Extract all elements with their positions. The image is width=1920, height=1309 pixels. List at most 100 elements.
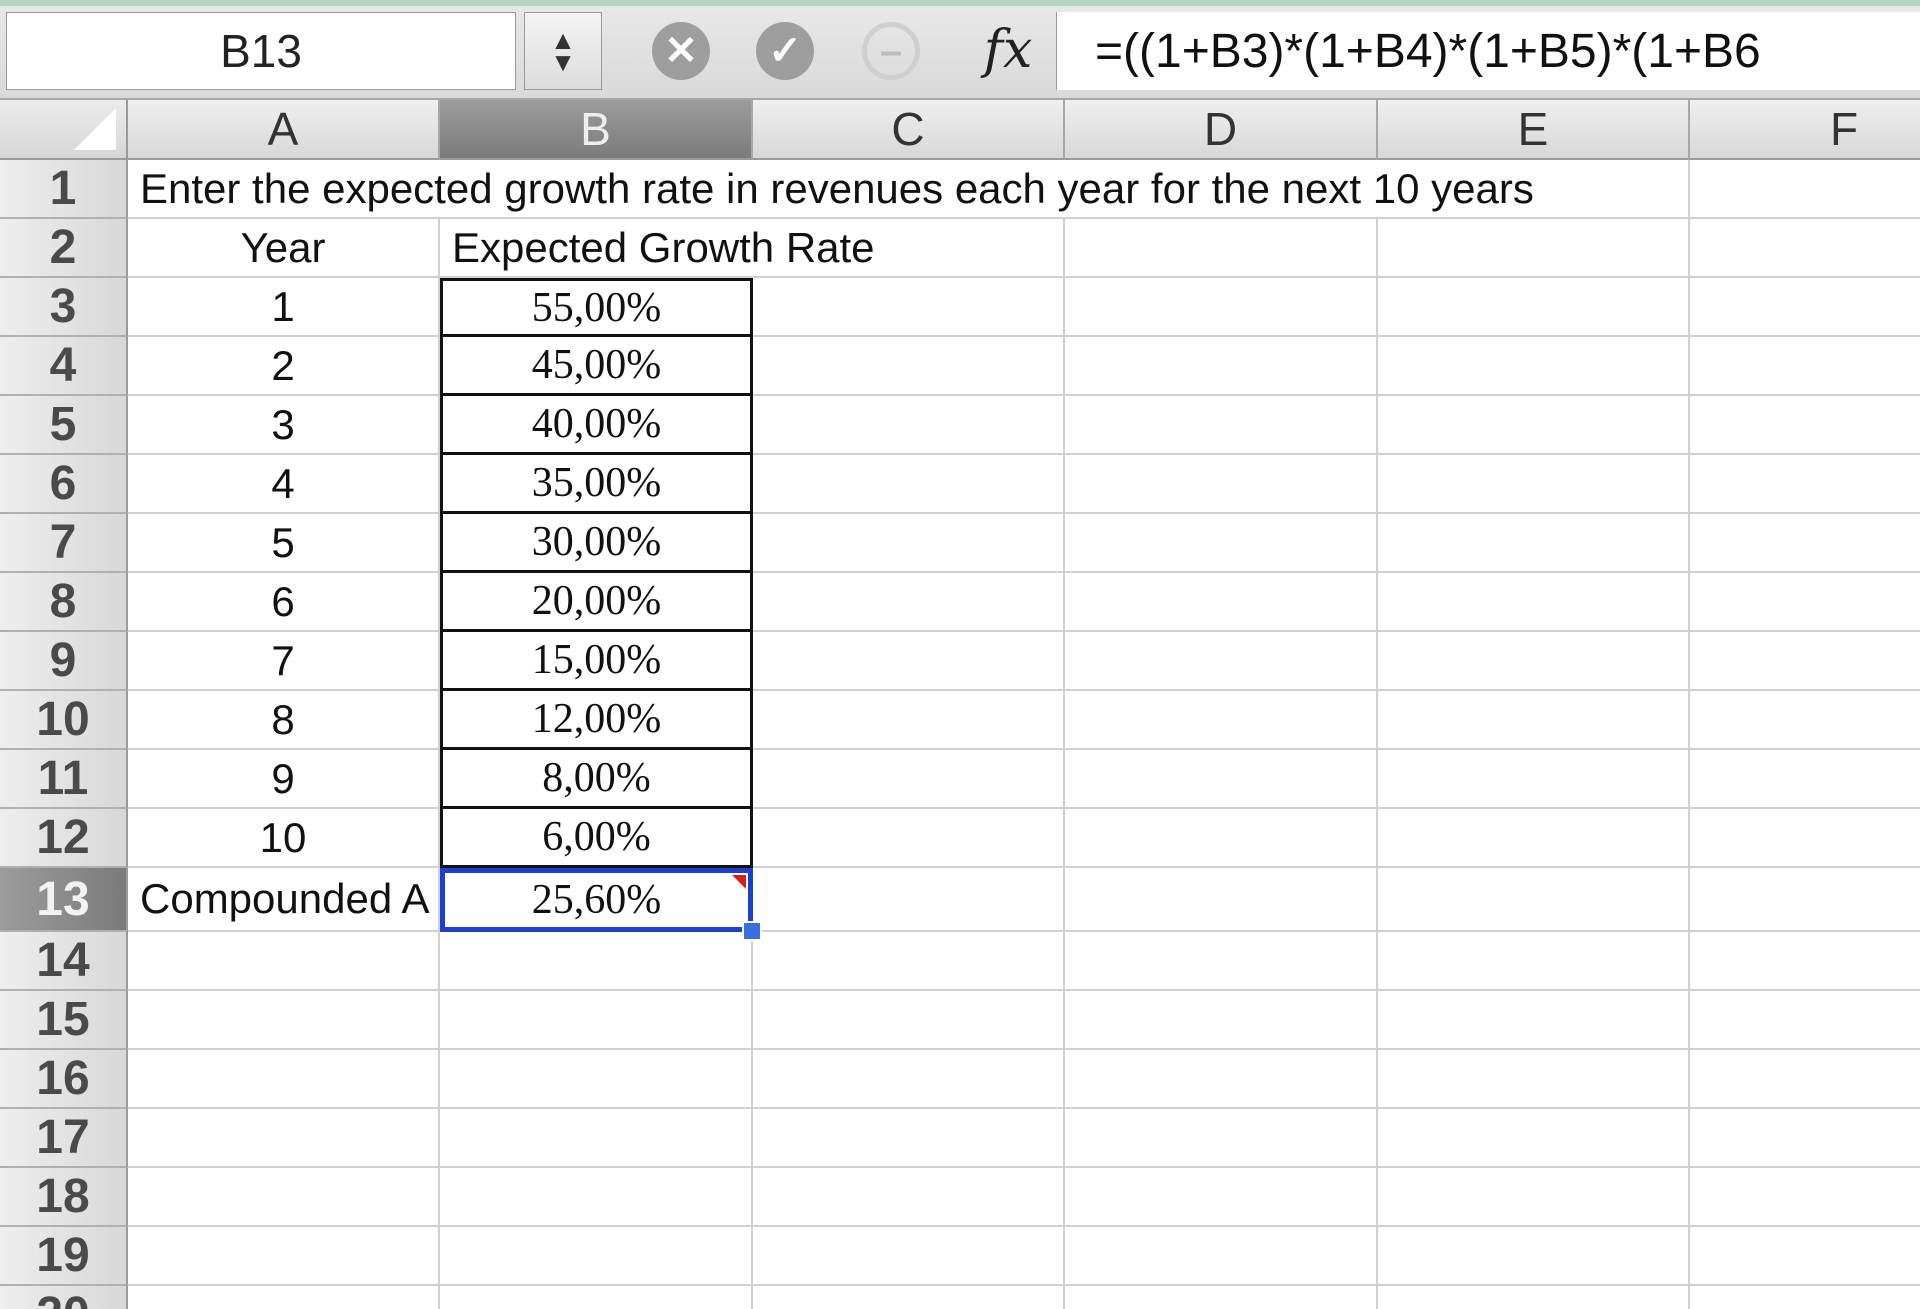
cell-a13[interactable]: Compounded A (128, 868, 440, 932)
cell-e14[interactable] (1378, 932, 1690, 991)
cell-a1[interactable]: Enter the expected growth rate in revenu… (128, 160, 1534, 219)
cell-d6[interactable] (1065, 455, 1378, 514)
cell-d11[interactable] (1065, 750, 1378, 809)
cell-a18[interactable] (128, 1168, 440, 1227)
cell-c6[interactable] (753, 455, 1065, 514)
row-header-3[interactable]: 3 (0, 278, 128, 337)
cell-f6[interactable] (1690, 455, 1920, 514)
cell-b3[interactable]: 55,00% (440, 278, 753, 337)
cell-f2[interactable] (1690, 219, 1920, 278)
cell-d5[interactable] (1065, 396, 1378, 455)
cell-b20[interactable] (440, 1286, 753, 1309)
cell-a10[interactable]: 8 (128, 691, 440, 750)
cell-a9[interactable]: 7 (128, 632, 440, 691)
row-header-17[interactable]: 17 (0, 1109, 128, 1168)
column-header-c[interactable]: C (753, 100, 1065, 160)
cell-b12[interactable]: 6,00% (440, 809, 753, 868)
cell-b13[interactable]: 25,60% (440, 868, 753, 932)
cell-c4[interactable] (753, 337, 1065, 396)
row-header-7[interactable]: 7 (0, 514, 128, 573)
cell-c7[interactable] (753, 514, 1065, 573)
cell-e20[interactable] (1378, 1286, 1690, 1309)
cell-e8[interactable] (1378, 573, 1690, 632)
cell-f4[interactable] (1690, 337, 1920, 396)
row-header-18[interactable]: 18 (0, 1168, 128, 1227)
cell-e7[interactable] (1378, 514, 1690, 573)
cell-d9[interactable] (1065, 632, 1378, 691)
row-header-4[interactable]: 4 (0, 337, 128, 396)
cell-d19[interactable] (1065, 1227, 1378, 1286)
cell-a19[interactable] (128, 1227, 440, 1286)
cell-c11[interactable] (753, 750, 1065, 809)
row-header-19[interactable]: 19 (0, 1227, 128, 1286)
row-header-20[interactable]: 20 (0, 1286, 128, 1309)
row-header-15[interactable]: 15 (0, 991, 128, 1050)
cell-e17[interactable] (1378, 1109, 1690, 1168)
cell-c9[interactable] (753, 632, 1065, 691)
cell-e4[interactable] (1378, 337, 1690, 396)
cell-e3[interactable] (1378, 278, 1690, 337)
fx-icon[interactable]: fx (968, 14, 1048, 86)
cell-d10[interactable] (1065, 691, 1378, 750)
row-header-13[interactable]: 13 (0, 868, 128, 932)
cell-d18[interactable] (1065, 1168, 1378, 1227)
cell-c19[interactable] (753, 1227, 1065, 1286)
row-header-2[interactable]: 2 (0, 219, 128, 278)
cell-c10[interactable] (753, 691, 1065, 750)
cell-f20[interactable] (1690, 1286, 1920, 1309)
cell-e11[interactable] (1378, 750, 1690, 809)
cell-f3[interactable] (1690, 278, 1920, 337)
cell-f1[interactable] (1690, 160, 1920, 219)
cell-d16[interactable] (1065, 1050, 1378, 1109)
cell-c17[interactable] (753, 1109, 1065, 1168)
cell-c13[interactable] (753, 868, 1065, 932)
cell-f5[interactable] (1690, 396, 1920, 455)
row-header-16[interactable]: 16 (0, 1050, 128, 1109)
cell-d17[interactable] (1065, 1109, 1378, 1168)
cell-f10[interactable] (1690, 691, 1920, 750)
cell-a6[interactable]: 4 (128, 455, 440, 514)
cell-f16[interactable] (1690, 1050, 1920, 1109)
cell-c20[interactable] (753, 1286, 1065, 1309)
cell-d20[interactable] (1065, 1286, 1378, 1309)
cell-a20[interactable] (128, 1286, 440, 1309)
cell-e9[interactable] (1378, 632, 1690, 691)
cell-f13[interactable] (1690, 868, 1920, 932)
cell-a2[interactable]: Year (128, 219, 440, 278)
cell-a14[interactable] (128, 932, 440, 991)
cell-f14[interactable] (1690, 932, 1920, 991)
row-header-12[interactable]: 12 (0, 809, 128, 868)
cell-e19[interactable] (1378, 1227, 1690, 1286)
cell-b6[interactable]: 35,00% (440, 455, 753, 514)
cell-a15[interactable] (128, 991, 440, 1050)
cell-f12[interactable] (1690, 809, 1920, 868)
column-header-f[interactable]: F (1690, 100, 1920, 160)
cell-a11[interactable]: 9 (128, 750, 440, 809)
cell-d15[interactable] (1065, 991, 1378, 1050)
cell-c15[interactable] (753, 991, 1065, 1050)
cell-a3[interactable]: 1 (128, 278, 440, 337)
cell-e15[interactable] (1378, 991, 1690, 1050)
cell-b5[interactable]: 40,00% (440, 396, 753, 455)
cell-e18[interactable] (1378, 1168, 1690, 1227)
cell-d14[interactable] (1065, 932, 1378, 991)
cell-c12[interactable] (753, 809, 1065, 868)
cell-f17[interactable] (1690, 1109, 1920, 1168)
row-header-6[interactable]: 6 (0, 455, 128, 514)
cell-b7[interactable]: 30,00% (440, 514, 753, 573)
cell-d8[interactable] (1065, 573, 1378, 632)
cell-b8[interactable]: 20,00% (440, 573, 753, 632)
cell-f9[interactable] (1690, 632, 1920, 691)
row-header-1[interactable]: 1 (0, 160, 128, 219)
cell-d13[interactable] (1065, 868, 1378, 932)
cell-f11[interactable] (1690, 750, 1920, 809)
cell-e5[interactable] (1378, 396, 1690, 455)
column-header-b[interactable]: B (440, 100, 753, 160)
cell-e6[interactable] (1378, 455, 1690, 514)
row-header-11[interactable]: 11 (0, 750, 128, 809)
cell-d12[interactable] (1065, 809, 1378, 868)
cell-b4[interactable]: 45,00% (440, 337, 753, 396)
cell-b9[interactable]: 15,00% (440, 632, 753, 691)
cell-b11[interactable]: 8,00% (440, 750, 753, 809)
cell-e12[interactable] (1378, 809, 1690, 868)
